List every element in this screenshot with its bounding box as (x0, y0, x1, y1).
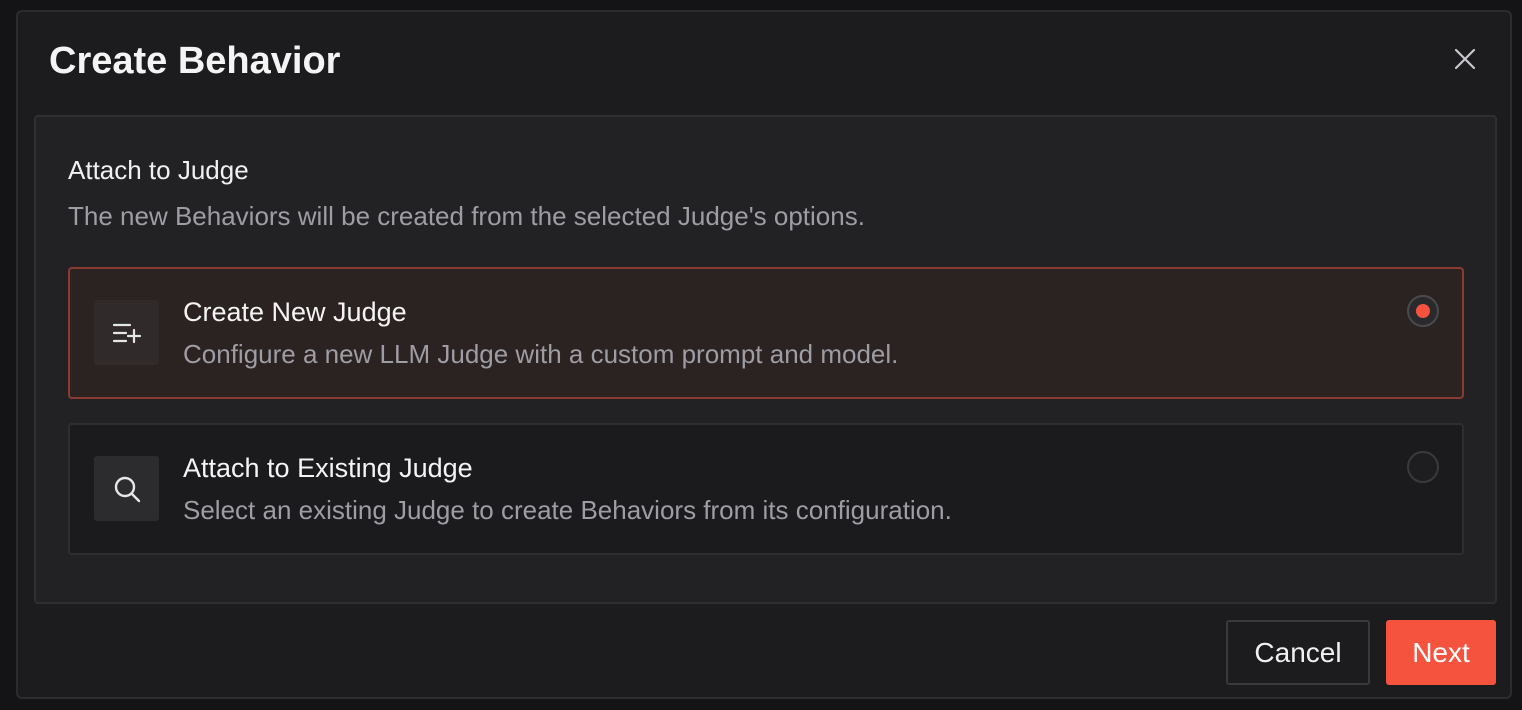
option-create-new-judge[interactable]: Create New Judge Configure a new LLM Jud… (68, 267, 1464, 399)
section-title: Attach to Judge (68, 155, 249, 185)
radio-selected-dot (1416, 304, 1430, 318)
close-icon (1454, 48, 1476, 70)
option-title: Create New Judge (183, 297, 407, 327)
option-description: Configure a new LLM Judge with a custom … (183, 339, 899, 369)
close-button[interactable] (1450, 44, 1480, 74)
section-description: The new Behaviors will be created from t… (68, 201, 865, 231)
cancel-button[interactable]: Cancel (1226, 620, 1370, 685)
create-behavior-dialog: Create Behavior Attach to Judge The new … (16, 10, 1512, 699)
search-icon (94, 456, 159, 521)
content-panel: Attach to Judge The new Behaviors will b… (34, 115, 1497, 604)
radio-attach-existing-judge[interactable] (1407, 451, 1439, 483)
option-title: Attach to Existing Judge (183, 453, 473, 483)
dialog-title: Create Behavior (49, 40, 341, 82)
radio-create-new-judge[interactable] (1407, 295, 1439, 327)
list-add-icon (94, 300, 159, 365)
option-description: Select an existing Judge to create Behav… (183, 495, 952, 525)
next-button[interactable]: Next (1386, 620, 1496, 685)
option-attach-existing-judge[interactable]: Attach to Existing Judge Select an exist… (68, 423, 1464, 555)
